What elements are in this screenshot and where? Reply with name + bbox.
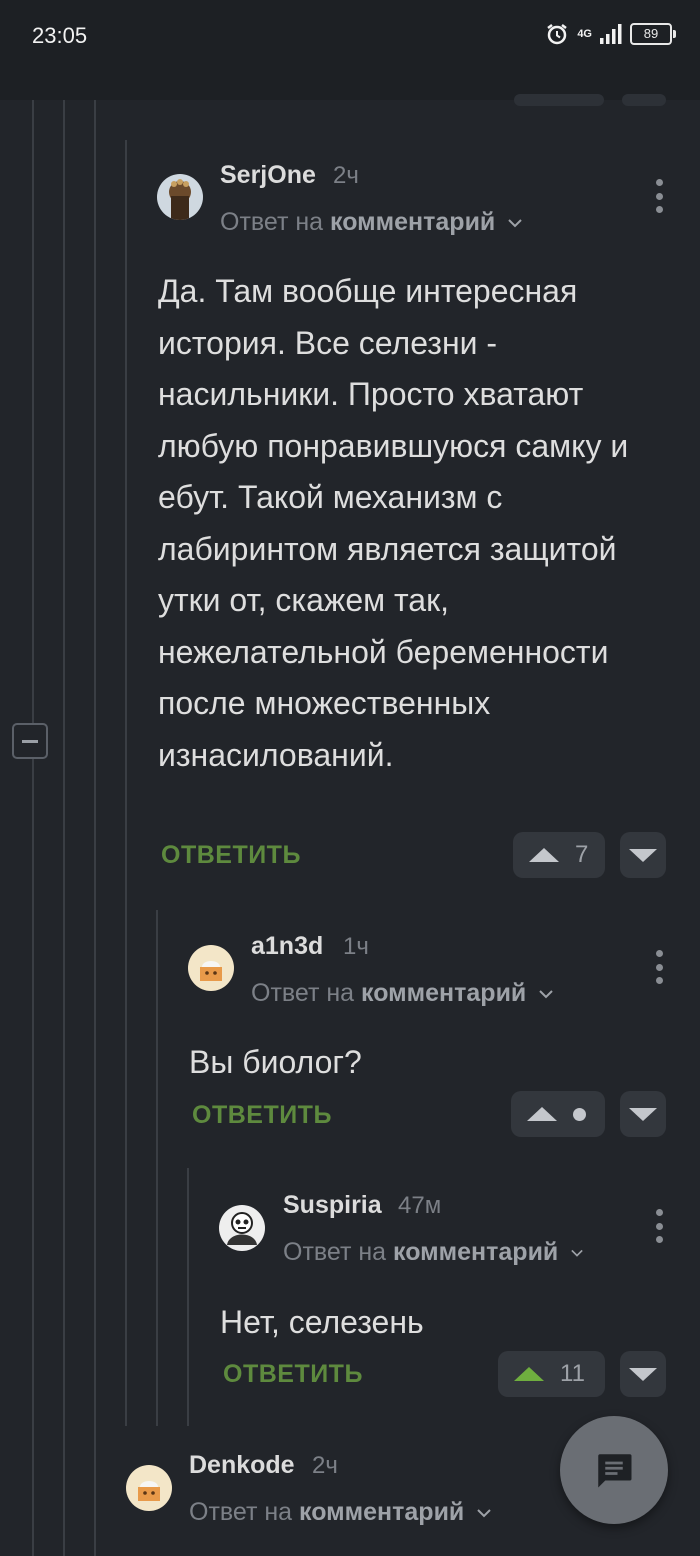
downvote-button[interactable] (620, 1091, 666, 1137)
chevron-down-icon (508, 219, 522, 228)
previous-downvote-button[interactable] (622, 94, 666, 106)
author-name[interactable]: a1n3d (251, 932, 323, 961)
reply-to-prefix: Ответ на (220, 208, 324, 236)
comment-icon (598, 1454, 632, 1488)
reply-button[interactable]: ОТВЕТИТЬ (223, 1360, 363, 1389)
reply-to-target: комментарий (299, 1498, 465, 1526)
status-icons: 4G 89 (545, 22, 676, 46)
network-type: 4G (577, 28, 592, 40)
reply-to[interactable]: Ответ на комментарий (220, 208, 522, 237)
chevron-down-icon (477, 1509, 491, 1518)
downvote-icon (629, 848, 657, 862)
downvote-button[interactable] (620, 1351, 666, 1397)
previous-upvote-button[interactable] (514, 94, 604, 106)
thread-line (94, 100, 96, 1556)
thread-line (187, 1168, 189, 1426)
downvote-button[interactable] (620, 832, 666, 878)
reply-button[interactable]: ОТВЕТИТЬ (161, 841, 301, 870)
chevron-down-icon (539, 990, 553, 999)
upvote-icon (514, 1367, 544, 1381)
upvote-icon (529, 848, 559, 862)
upvote-button[interactable]: 11 (498, 1351, 605, 1397)
collapse-thread-button[interactable] (12, 723, 48, 759)
downvote-icon (629, 1107, 657, 1121)
author-name[interactable]: Suspiria (283, 1191, 382, 1220)
battery-icon: 89 (630, 23, 676, 45)
thread-line (63, 100, 65, 1556)
more-options-icon[interactable] (654, 1209, 664, 1243)
comment-time: 47м (398, 1192, 442, 1219)
comment-time: 2ч (312, 1452, 338, 1479)
status-bar: 23:05 4G 89 (0, 0, 700, 100)
downvote-icon (629, 1367, 657, 1381)
thread-line (125, 140, 127, 1426)
previous-comment-edge (0, 94, 700, 108)
reply-to-target: комментарий (330, 208, 496, 236)
comment-text: Нет, селезень (220, 1304, 424, 1340)
chevron-down-icon (571, 1250, 584, 1258)
signal-icon (600, 24, 622, 44)
alarm-icon (547, 24, 568, 45)
author-name[interactable]: SerjOne (220, 161, 316, 190)
rating-count: 7 (575, 841, 589, 868)
reply-to-target: комментарий (361, 979, 527, 1007)
more-options-icon[interactable] (654, 179, 664, 213)
thread-line (32, 100, 34, 1556)
upvote-button[interactable]: 7 (513, 832, 605, 878)
comment-text: Да. Там вообще интересная история. Все с… (158, 273, 629, 773)
rating-hidden-dot (573, 1107, 586, 1121)
reply-button[interactable]: ОТВЕТИТЬ (192, 1101, 332, 1130)
reply-to-prefix: Ответ на (251, 979, 355, 1007)
avatar[interactable] (126, 1465, 172, 1511)
avatar[interactable] (188, 945, 234, 991)
status-time: 23:05 (32, 23, 88, 48)
avatar[interactable] (157, 174, 203, 220)
upvote-button[interactable] (511, 1091, 605, 1137)
upvote-icon (527, 1107, 557, 1121)
avatar[interactable] (219, 1205, 265, 1251)
comment-text: Вы биолог? (189, 1044, 362, 1080)
comment-time: 1ч (343, 933, 369, 960)
more-options-icon[interactable] (654, 950, 664, 984)
reply-to[interactable]: Ответ на комментарий (189, 1498, 491, 1527)
reply-to[interactable]: Ответ на комментарий (251, 979, 553, 1008)
reply-to-target: комментарий (393, 1238, 559, 1266)
author-name[interactable]: Denkode (189, 1451, 295, 1480)
comment-fab-button[interactable] (560, 1416, 668, 1524)
reply-to[interactable]: Ответ на комментарий (283, 1238, 584, 1267)
rating-count: 11 (560, 1360, 585, 1387)
thread-line (156, 910, 158, 1426)
reply-to-prefix: Ответ на (189, 1498, 293, 1526)
comment-time: 2ч (333, 162, 359, 189)
reply-to-prefix: Ответ на (283, 1238, 387, 1266)
